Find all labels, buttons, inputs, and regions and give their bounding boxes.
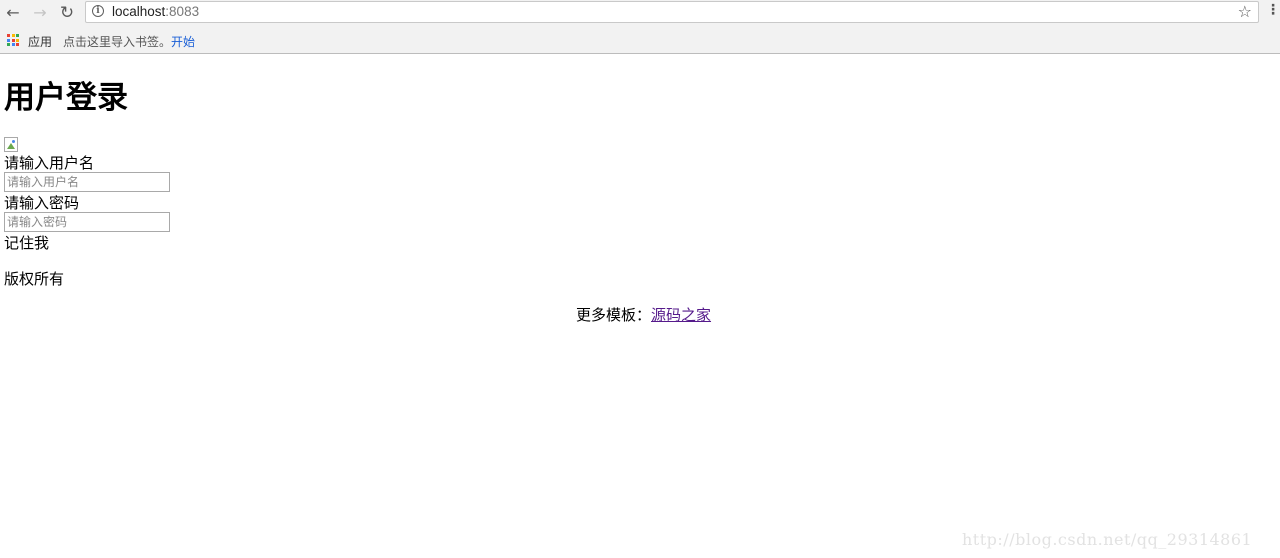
password-label: 请输入密码 [4, 194, 80, 212]
bookmarks-bar: 应用 点击这里导入书签。 开始 [0, 27, 1280, 54]
watermark: http://blog.csdn.net/qq_29314861 [962, 530, 1253, 549]
browser-toolbar: ← → ↻ i localhost:8083 ☆ ⋮ [0, 0, 1280, 27]
more-templates-link[interactable]: 源码之家 [651, 306, 711, 324]
address-bar[interactable]: i localhost:8083 ☆ [85, 1, 1259, 23]
bookmark-start-link[interactable]: 开始 [171, 33, 195, 50]
menu-icon[interactable]: ⋮ [1266, 3, 1280, 17]
url-text[interactable]: localhost:8083 [112, 4, 199, 19]
more-templates-prefix: 更多模板： [576, 306, 652, 324]
apps-grid-icon[interactable] [7, 34, 19, 46]
broken-image-icon [4, 137, 18, 152]
reload-icon[interactable]: ↻ [56, 2, 78, 24]
url-host: localhost [112, 4, 166, 19]
more-templates-line: 更多模板：源码之家 [576, 306, 711, 324]
bookmark-apps[interactable]: 应用 [28, 33, 52, 50]
password-input[interactable] [4, 212, 170, 232]
page-title: 用户登录 [4, 80, 128, 116]
username-label: 请输入用户名 [4, 154, 95, 172]
bookmark-import-hint[interactable]: 点击这里导入书签。 [63, 33, 171, 50]
info-icon[interactable]: i [92, 5, 104, 17]
star-icon[interactable]: ☆ [1238, 2, 1252, 21]
back-arrow-icon[interactable]: ← [2, 2, 24, 24]
username-input[interactable] [4, 172, 170, 192]
copyright-text: 版权所有 [4, 270, 65, 288]
url-port: :8083 [165, 4, 200, 19]
remember-me-label[interactable]: 记住我 [4, 234, 49, 252]
forward-arrow-icon[interactable]: → [29, 2, 51, 24]
